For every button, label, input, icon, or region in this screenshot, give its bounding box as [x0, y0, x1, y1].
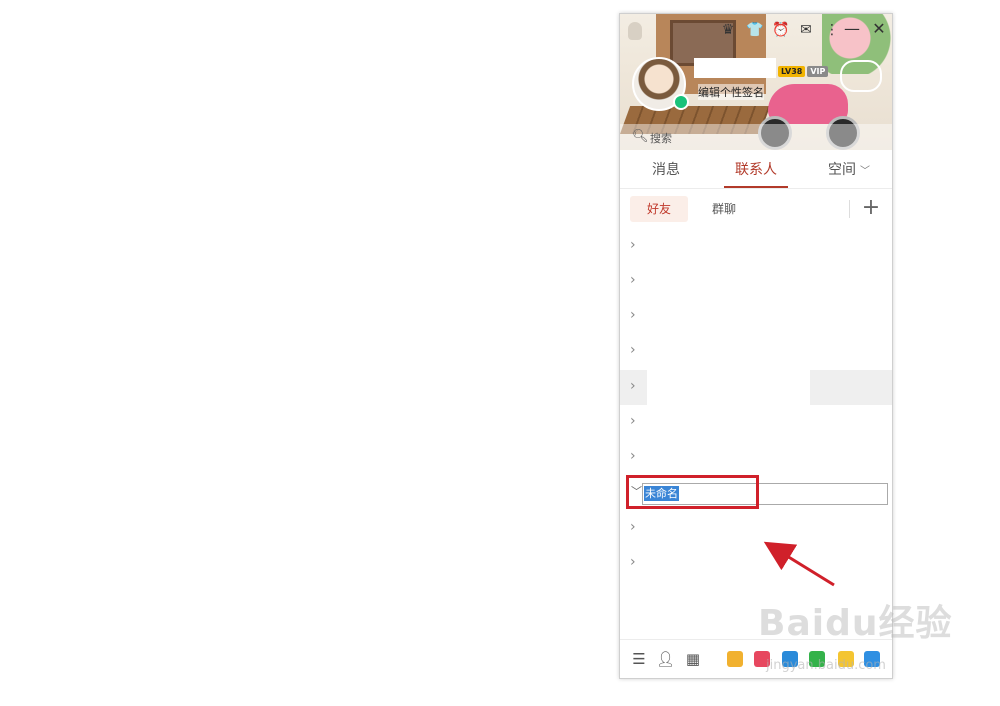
signature-field[interactable]: 编辑个性签名 [698, 84, 764, 100]
annotation-highlight-box [626, 475, 759, 509]
nickname-area[interactable] [694, 58, 776, 78]
tab-space-label: 空间 [828, 162, 856, 178]
chevron-right-icon: › [630, 413, 636, 429]
close-button[interactable]: ✕ [872, 20, 886, 38]
baidu-watermark: Baidu经验 jingyan.baidu.com [758, 594, 958, 684]
chevron-right-icon: › [630, 307, 636, 323]
weather-icon[interactable] [840, 60, 882, 92]
more-icon[interactable]: ⋮ [824, 22, 840, 38]
add-icon[interactable]: + [858, 196, 884, 222]
tab-space[interactable]: 空间 ﹀ [812, 152, 886, 188]
level-badge[interactable]: LV38 [778, 66, 806, 77]
search-icon: 🔍︎ [632, 129, 649, 144]
chevron-right-icon: › [630, 272, 636, 288]
chevron-right-icon: › [630, 448, 636, 464]
skin-shirt-icon[interactable]: 👕 [746, 22, 763, 38]
mail-icon[interactable]: ✉ [798, 22, 814, 38]
app-manager-icon[interactable]: ▦ [684, 650, 702, 668]
game-app-icon[interactable] [727, 651, 743, 667]
add-friend-icon[interactable]: 👤︎ [656, 650, 675, 668]
chevron-right-icon: › [630, 519, 636, 535]
chevron-right-icon: › [630, 237, 636, 253]
friend-group-row[interactable]: › [620, 440, 892, 475]
friend-group-row[interactable]: › [620, 546, 892, 581]
friend-group-row[interactable]: › [620, 299, 892, 334]
online-status-icon[interactable] [673, 94, 689, 110]
profile-skin-header: ♛ 👕 ⏰ ✉ ⋮ — ✕ 编辑个性签名 LV38 VIP 🔍︎ 搜索 [620, 14, 892, 150]
main-tabs: 消息 联系人 空间 ﹀ [620, 152, 892, 189]
friend-group-row[interactable]: › [620, 334, 892, 369]
chevron-down-icon: ﹀ [860, 166, 870, 177]
search-bar[interactable]: 🔍︎ 搜索 [620, 124, 892, 150]
qq-main-window: ♛ 👕 ⏰ ✉ ⋮ — ✕ 编辑个性签名 LV38 VIP 🔍︎ 搜索 消息 联… [619, 13, 893, 679]
friend-group-row[interactable]: › [620, 229, 892, 264]
chevron-right-icon: › [630, 554, 636, 570]
main-menu-icon[interactable]: ☰ [630, 650, 648, 668]
watermark-logo: Baidu经验 [758, 603, 953, 644]
search-placeholder: 搜索 [650, 132, 672, 145]
friend-group-row[interactable]: › [620, 405, 892, 440]
minimize-button[interactable]: — [844, 20, 860, 38]
vip-crown-icon[interactable]: ♛ [720, 22, 736, 38]
subtab-groups[interactable]: 群聊 [698, 196, 750, 222]
tab-messages[interactable]: 消息 [634, 152, 698, 188]
chevron-right-icon: › [630, 378, 636, 394]
friend-group-row-hovered[interactable]: › [620, 370, 892, 405]
tab-contacts[interactable]: 联系人 [724, 152, 788, 188]
chevron-right-icon: › [630, 342, 636, 358]
vip-badge[interactable]: VIP [807, 66, 829, 77]
friend-group-row[interactable]: › [620, 264, 892, 299]
qq-logo-icon [628, 22, 642, 40]
watermark-url: jingyan.baidu.com [766, 658, 886, 673]
alarm-icon[interactable]: ⏰ [772, 22, 789, 38]
subtab-friends[interactable]: 好友 [630, 196, 688, 222]
friend-group-row[interactable]: › [620, 511, 892, 546]
active-tab-indicator [724, 186, 788, 188]
